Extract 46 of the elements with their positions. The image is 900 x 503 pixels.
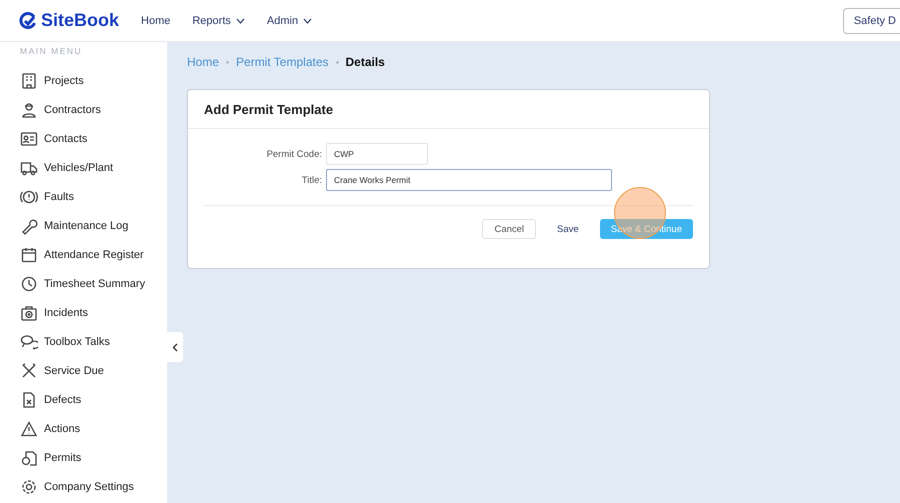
safety-button[interactable]: Safety D: [842, 8, 900, 34]
breadcrumb-current: Details: [346, 55, 385, 69]
sidebar-item[interactable]: Faults: [44, 190, 74, 202]
sidebar-item[interactable]: Incidents: [44, 306, 88, 318]
permit-icon: [20, 448, 38, 466]
nav-link[interactable]: Admin: [266, 14, 312, 26]
sidebar-item[interactable]: Contractors: [44, 104, 101, 116]
menu-heading: MAIN MENU: [20, 46, 84, 56]
worker-icon: [20, 100, 38, 118]
sidebar-item[interactable]: Company Settings: [44, 480, 134, 492]
sidebar-item[interactable]: Contacts: [44, 132, 88, 144]
sidebar-item[interactable]: Actions: [44, 422, 80, 434]
sidebar-item[interactable]: Toolbox Talks: [44, 336, 110, 348]
chat-bubbles-icon: [20, 332, 38, 350]
contact-card-icon: [20, 130, 38, 148]
field-label: Title:: [300, 174, 322, 186]
nav-link[interactable]: Home: [141, 14, 170, 26]
calendar-icon: [20, 246, 38, 264]
sidebar-item[interactable]: Attendance Register: [44, 248, 144, 260]
field-label: Permit Code:: [266, 148, 322, 160]
collapse-button[interactable]: [167, 332, 183, 362]
sidebar-item[interactable]: Permits: [44, 452, 82, 464]
clock-icon: [20, 274, 38, 292]
nav-link[interactable]: Reports: [192, 14, 245, 26]
input-field[interactable]: CWP: [326, 143, 428, 165]
chevron-left-icon: [172, 342, 178, 352]
sidebar-item[interactable]: Maintenance Log: [44, 220, 128, 232]
input-field[interactable]: Crane Works Permit: [326, 169, 612, 191]
first-aid-icon: [20, 304, 38, 322]
sidebar-item[interactable]: Vehicles/Plant: [44, 162, 114, 174]
wrench-icon: [20, 216, 38, 234]
sidebar-item[interactable]: Projects: [44, 74, 84, 86]
cancel-button[interactable]: Cancel: [482, 219, 536, 239]
brand-name: SiteBook: [41, 10, 120, 31]
check-logo-icon: [19, 12, 37, 30]
card-title: Add Permit Template: [204, 102, 334, 116]
separator-dot: [226, 60, 230, 64]
tools-icon: [20, 362, 38, 380]
sidebar-item[interactable]: Timesheet Summary: [44, 278, 146, 290]
building-icon: [20, 72, 38, 90]
sidebar-item[interactable]: Service Due: [44, 364, 104, 376]
warning-icon: [20, 420, 38, 438]
settings-icon: [20, 478, 38, 496]
save-button[interactable]: Save: [546, 219, 590, 239]
separator-dot: [336, 60, 338, 64]
sidebar-item[interactable]: Defects: [44, 394, 82, 406]
